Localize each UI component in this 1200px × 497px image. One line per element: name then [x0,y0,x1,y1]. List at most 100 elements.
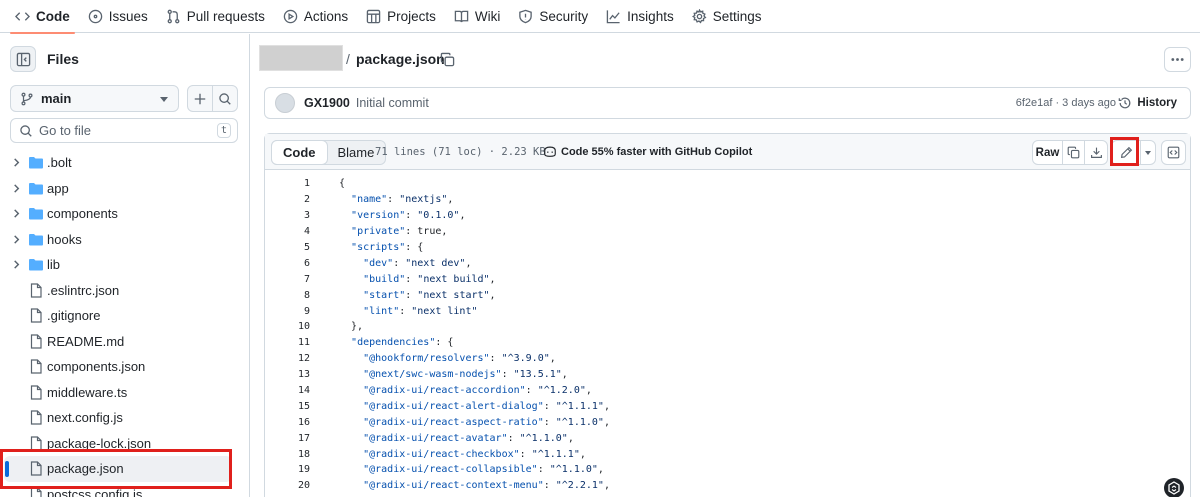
tab-code[interactable]: Code [6,0,79,34]
tree-item-components-json[interactable]: components.json [0,354,250,380]
search-icon [219,92,231,105]
collapse-sidebar-button[interactable] [10,46,36,72]
breadcrumb-file-name: package.json [356,51,445,67]
tree-item-eslintrc[interactable]: .eslintrc.json [0,278,250,304]
history-button[interactable]: History [1118,96,1177,110]
copy-path-button[interactable] [440,52,455,67]
tree-item-label: .bolt [47,155,72,170]
tab-actions[interactable]: Actions [274,0,357,33]
avatar[interactable] [275,93,295,113]
line-content: }, [339,321,364,333]
code-line: 7 "build": "next build", [265,271,1190,287]
commit-sha-time[interactable]: 6f2e1af · 3 days ago [1016,97,1116,109]
line-number[interactable]: 2 [265,194,310,205]
more-options-button[interactable] [1164,47,1191,72]
tab-projects[interactable]: Projects [357,0,445,33]
line-content: "@radix-ui/react-aspect-ratio": "^1.1.0"… [363,416,610,428]
line-number[interactable]: 15 [265,401,310,412]
line-number[interactable]: 20 [265,480,310,491]
line-number[interactable]: 4 [265,226,310,237]
json-key: "@radix-ui/react-avatar" [363,432,508,444]
line-content: "@radix-ui/react-context-menu": "^2.2.1"… [363,480,610,492]
json-string: "^1.1.0" [555,416,604,428]
line-number[interactable]: 8 [265,290,310,301]
tree-item-lib[interactable]: lib [0,252,250,278]
json-string: "^2.2.1" [555,480,604,492]
breadcrumb-separator: / [346,51,350,67]
line-number[interactable]: 9 [265,306,310,317]
line-number[interactable]: 5 [265,242,310,253]
play-icon [283,9,298,23]
tree-item-label: hooks [47,231,82,247]
line-number[interactable]: 3 [265,210,310,221]
json-key: "@radix-ui/react-checkbox" [363,448,520,460]
json-key: "dependencies" [351,337,436,349]
line-content: "@radix-ui/react-checkbox": "^1.1.1", [363,448,586,460]
json-key: "lint" [363,305,400,317]
json-string: "13.5.1" [513,369,562,381]
line-number[interactable]: 17 [265,433,310,444]
tree-item-gitignore[interactable]: .gitignore [0,303,250,329]
repo-nav: Code Issues Pull requests Actions Projec… [0,0,1200,34]
line-content: "@next/swc-wasm-nodejs": "13.5.1", [363,369,568,381]
repo-name-redacted[interactable] [259,45,343,71]
edit-options-dropdown[interactable] [1141,141,1155,164]
json-string: "^1.1.1" [555,400,604,412]
line-number[interactable]: 1 [265,178,310,189]
line-number[interactable]: 7 [265,274,310,285]
copy-raw-button[interactable] [1063,141,1085,164]
json-key: "@radix-ui/react-aspect-ratio" [363,416,544,428]
line-number[interactable]: 18 [265,449,310,460]
commit-message[interactable]: Initial commit [356,96,429,110]
tab-security[interactable]: Security [509,0,597,33]
folder-icon [29,206,43,221]
tree-item-bolt[interactable]: .bolt [0,150,250,176]
line-number[interactable]: 12 [265,353,310,364]
commit-author[interactable]: GX1900 [304,96,350,110]
chevron-right-icon [12,234,21,244]
line-number[interactable]: 13 [265,369,310,380]
branch-selector[interactable]: main [10,85,179,112]
line-number[interactable]: 16 [265,417,310,428]
hexagon-icon [1168,481,1180,495]
tree-item-middleware[interactable]: middleware.ts [0,380,250,406]
code-icon [15,11,30,21]
json-string: "^1.1.0" [519,432,568,444]
symbols-icon [1167,146,1180,159]
tab-settings[interactable]: Settings [683,0,771,33]
tree-item-hooks[interactable]: hooks [0,227,250,253]
assistant-badge[interactable] [1164,478,1184,497]
json-key: "start" [363,289,406,301]
copilot-promo[interactable]: Code 55% faster with GitHub Copilot [543,145,752,158]
tab-pull-requests[interactable]: Pull requests [157,0,274,33]
json-string: "next build" [417,273,490,285]
go-to-file-input[interactable]: Go to file t [10,118,238,143]
line-number[interactable]: 14 [265,385,310,396]
line-number[interactable]: 10 [265,321,310,332]
line-number[interactable]: 6 [265,258,310,269]
tree-item-readme[interactable]: README.md [0,329,250,355]
code-view-tab[interactable]: Code [271,140,328,165]
json-string: "nextjs" [399,194,448,206]
kebab-icon [1171,58,1184,61]
line-content: "version": "0.1.0", [351,210,466,222]
tree-item-components[interactable]: components [0,201,250,227]
code-line: 4 "private": true, [265,224,1190,240]
raw-label: Raw [1035,146,1060,159]
tree-item-app[interactable]: app [0,176,250,202]
line-content: "@hookform/resolvers": "^3.9.0", [363,353,556,365]
add-file-button[interactable] [188,86,213,111]
download-button[interactable] [1085,141,1107,164]
tab-insights[interactable]: Insights [597,0,683,33]
line-content: "start": "next start", [363,289,496,301]
tree-item-label: app [47,180,69,196]
tree-item-label: middleware.ts [47,384,128,400]
raw-button[interactable]: Raw [1033,141,1063,164]
line-number[interactable]: 19 [265,464,310,475]
line-number[interactable]: 11 [265,337,310,348]
tab-wiki[interactable]: Wiki [445,0,510,33]
tab-issues[interactable]: Issues [79,0,157,33]
tree-item-next-config[interactable]: next.config.js [0,405,250,431]
search-files-button[interactable] [213,86,237,111]
symbols-panel-button[interactable] [1161,140,1186,165]
